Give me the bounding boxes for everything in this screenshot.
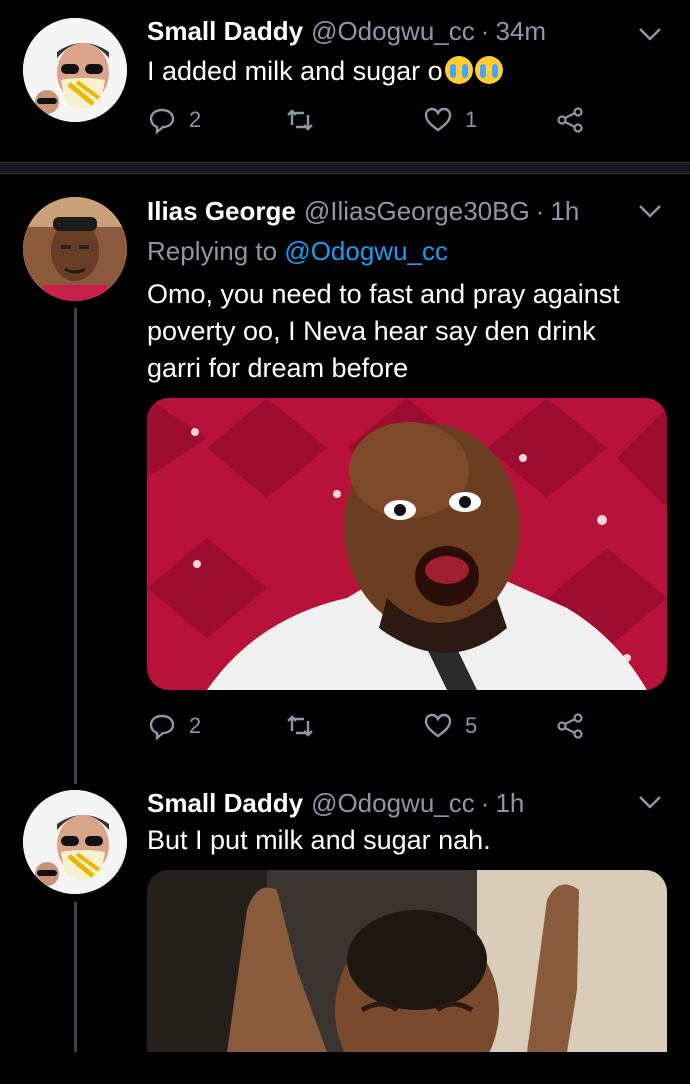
tweet-text: But I put milk and sugar nah. [147, 825, 491, 855]
avatar[interactable] [23, 790, 127, 894]
tweet-3[interactable]: Small Daddy @Odogwu_cc · 1h But I put mi… [0, 0, 690, 1084]
chevron-down-icon[interactable] [634, 786, 666, 818]
display-name[interactable]: Small Daddy [147, 788, 303, 819]
user-handle[interactable]: @Odogwu_cc [311, 788, 475, 819]
separator-dot: · [480, 788, 490, 818]
tweet-image[interactable] [147, 870, 667, 1052]
tweet-header: Small Daddy @Odogwu_cc · 1h [147, 788, 524, 819]
bottom-rule [0, 1052, 690, 1084]
thread-connector [74, 902, 77, 1052]
timestamp[interactable]: 1h [495, 788, 524, 819]
